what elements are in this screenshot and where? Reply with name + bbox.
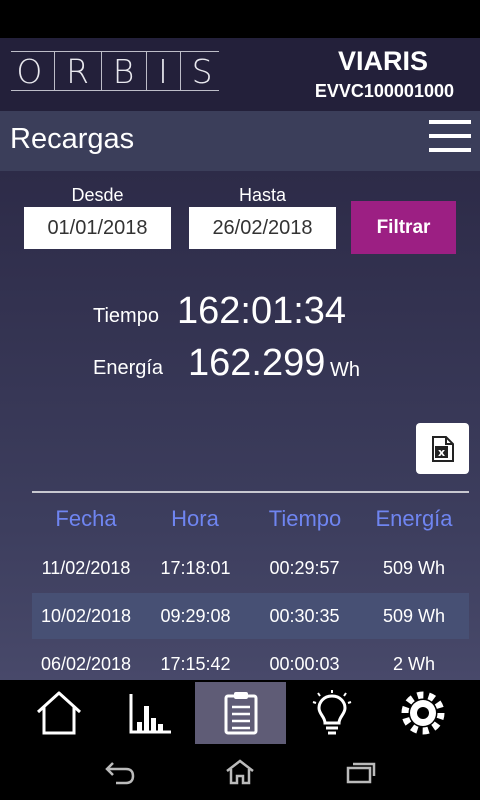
- lightbulb-icon: [312, 690, 351, 735]
- app-header: O R B I S VIARIS EVVC100001000: [0, 38, 480, 111]
- cell-time: 17:18:01: [160, 558, 231, 578]
- hamburger-menu-icon[interactable]: [429, 118, 471, 154]
- recents-button[interactable]: [344, 759, 376, 790]
- from-date-input[interactable]: 01/01/2018: [24, 207, 171, 249]
- nav-recharges[interactable]: [195, 682, 286, 744]
- page-title: Recargas: [10, 123, 135, 155]
- back-icon: [105, 762, 135, 785]
- device-brand: VIARIS: [337, 46, 428, 76]
- table-row[interactable]: 06/02/2018 17:15:42 00:00:03 2 Wh: [32, 641, 469, 680]
- cell-energy: 509 Wh: [382, 558, 446, 578]
- energy-value: 162.299: [188, 342, 326, 384]
- logo-letter: R: [66, 51, 91, 91]
- nav-tips[interactable]: [286, 682, 377, 744]
- energy-label: Energía: [93, 357, 164, 379]
- column-header-energy: Energía: [375, 506, 453, 531]
- home-button[interactable]: [224, 759, 256, 790]
- logo-letter: I: [158, 51, 169, 91]
- column-header-duration: Tiempo: [268, 506, 342, 531]
- cell-duration: 00:00:03: [269, 654, 340, 674]
- table-row[interactable]: 10/02/2018 09:29:08 00:30:35 509 Wh: [32, 593, 469, 639]
- device-serial: EVVC100001000: [314, 81, 454, 101]
- home-icon: [36, 691, 81, 735]
- cell-duration: 00:29:57: [269, 558, 340, 578]
- time-label: Tiempo: [93, 305, 159, 327]
- logo-letter: S: [191, 51, 214, 91]
- back-button[interactable]: [104, 759, 136, 790]
- bottom-nav: [0, 680, 480, 747]
- nav-statistics[interactable]: [104, 682, 195, 744]
- column-header-date: Fecha: [55, 506, 117, 531]
- recargas-content: Desde 01/01/2018 Hasta 26/02/2018 Filtra…: [0, 171, 480, 680]
- to-date-input[interactable]: 26/02/2018: [189, 207, 336, 249]
- cell-time: 17:15:42: [160, 654, 231, 674]
- table-divider: [32, 491, 469, 493]
- energy-unit: Wh: [330, 359, 360, 381]
- cell-date: 11/02/2018: [41, 558, 131, 578]
- cell-date: 06/02/2018: [40, 654, 132, 674]
- cell-energy: 2 Wh: [392, 654, 435, 674]
- cell-time: 09:29:08: [160, 606, 231, 626]
- nav-settings[interactable]: [377, 682, 468, 744]
- recents-icon: [346, 762, 376, 784]
- nav-home[interactable]: [13, 682, 104, 744]
- orbis-logo: O R B I S: [11, 51, 219, 91]
- status-bar: [0, 0, 480, 38]
- home-outline-icon: [226, 759, 254, 785]
- from-label: Desde: [71, 185, 124, 205]
- to-label: Hasta: [238, 185, 287, 205]
- cell-energy: 509 Wh: [382, 606, 446, 626]
- filter-button[interactable]: Filtrar: [351, 201, 456, 254]
- logo-letter: O: [16, 51, 44, 91]
- cell-date: 10/02/2018: [40, 606, 132, 626]
- clipboard-icon: [224, 692, 257, 735]
- excel-icon: x: [431, 435, 454, 462]
- title-bar: Recargas: [0, 111, 480, 171]
- table-row[interactable]: 11/02/2018 17:18:01 00:29:57 509 Wh: [32, 545, 469, 591]
- system-nav-bar: [0, 747, 480, 800]
- time-value: 162:01:34: [177, 290, 347, 332]
- chart-icon: [129, 694, 171, 734]
- export-excel-button[interactable]: x: [416, 423, 469, 474]
- gear-icon: [401, 691, 444, 735]
- cell-duration: 00:30:35: [269, 606, 340, 626]
- logo-letter: B: [112, 51, 136, 91]
- svg-text:x: x: [437, 446, 444, 459]
- column-header-time: Hora: [171, 506, 219, 531]
